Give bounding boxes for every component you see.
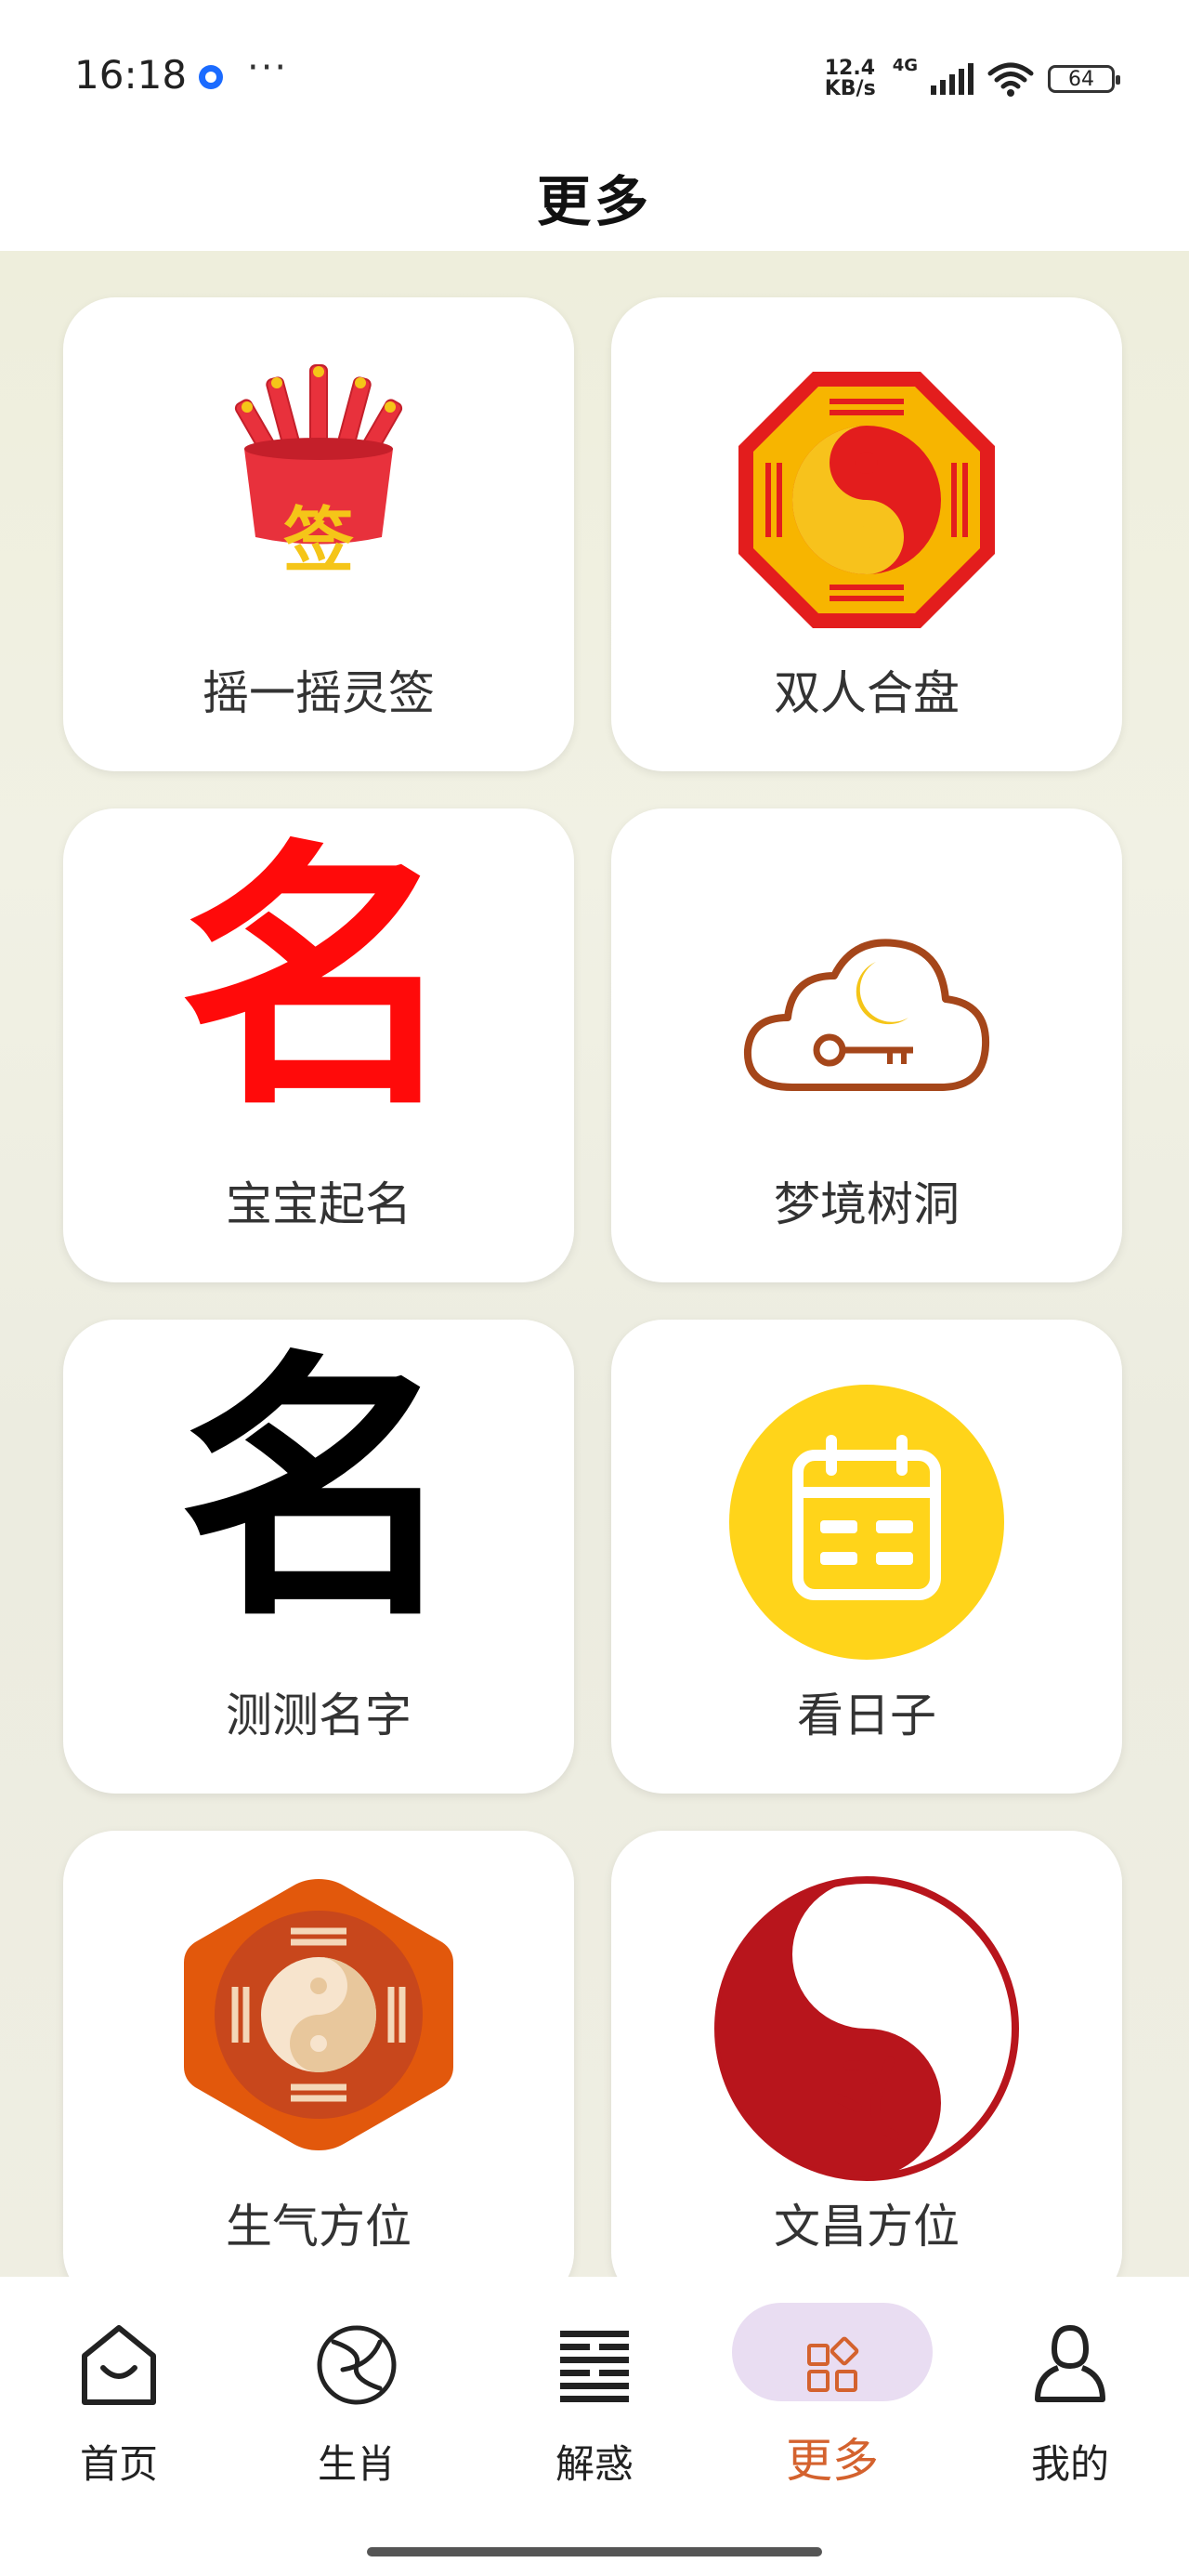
notification-app-icon (199, 65, 223, 89)
home-indicator[interactable] (367, 2547, 822, 2556)
card-pick-date[interactable]: 看日子 (611, 1320, 1122, 1794)
card-name-test[interactable]: 名 测测名字 (63, 1320, 574, 1794)
nav-label: 我的 (1030, 2441, 1109, 2487)
wifi-icon (987, 62, 1034, 97)
nav-item-mine[interactable]: 我的 (977, 2277, 1163, 2509)
status-indicators: 12.4 KB/s 4G 64 (825, 56, 1120, 102)
nav-item-more[interactable]: 更多 (732, 2277, 933, 2509)
nav-item-explain[interactable]: 解惑 (502, 2277, 687, 2509)
feature-grid: 签 摇一摇灵签 双人合盘 名 宝宝起名 梦境树洞 名 测测名字 看日子 生气方位… (0, 251, 1189, 2277)
network-speed: 12.4 KB/s (825, 59, 876, 99)
card-label: 摇一摇灵签 (203, 666, 435, 720)
card-label: 双人合盘 (774, 666, 960, 720)
card-label: 文昌方位 (774, 2200, 960, 2254)
card-vitality-direction[interactable]: 生气方位 (63, 1831, 574, 2277)
fortune-stick-character: 签 (283, 499, 354, 582)
nav-label: 生肖 (317, 2441, 396, 2487)
network-speed-value: 12.4 (824, 57, 876, 80)
nav-item-zodiac[interactable]: 生肖 (264, 2277, 450, 2509)
black-name-character-icon: 名 (179, 1329, 458, 1653)
card-baby-naming[interactable]: 名 宝宝起名 (63, 808, 574, 1282)
person-icon (1035, 2324, 1105, 2402)
card-label: 梦境树洞 (774, 1177, 960, 1231)
card-label: 生气方位 (226, 2200, 412, 2254)
more-notifications-icon: ··· (247, 46, 289, 89)
card-wenchang-direction[interactable]: 文昌方位 (611, 1831, 1122, 2277)
grid-squares-icon (807, 2336, 859, 2392)
network-speed-unit: KB/s (824, 77, 876, 100)
home-bag-icon (82, 2325, 156, 2405)
bottom-nav: 首页 生肖 解惑 更多 我的 (0, 2277, 1189, 2576)
red-yinyang-calligraphy-icon (714, 1876, 1019, 2181)
battery-level: 64 (1068, 67, 1094, 91)
hexagon-bagua-icon (184, 1879, 453, 2150)
card-dream-tree-hole[interactable]: 梦境树洞 (611, 808, 1122, 1282)
nav-label: 首页 (79, 2441, 158, 2487)
card-couple-chart[interactable]: 双人合盘 (611, 297, 1122, 771)
status-time: 16:18 (74, 52, 188, 98)
nav-label: 解惑 (555, 2441, 634, 2487)
network-type: 4G (892, 56, 918, 75)
bagua-yinyang-icon (738, 372, 995, 628)
signal-icon (931, 63, 973, 95)
status-bar: 16:18 ··· 12.4 KB/s 4G 64 (0, 0, 1189, 149)
card-label: 测测名字 (226, 1689, 412, 1742)
hexagram-lines-icon (560, 2331, 629, 2402)
page-title: 更多 (536, 170, 652, 233)
red-name-character-icon: 名 (179, 818, 458, 1142)
nav-item-home[interactable]: 首页 (26, 2277, 212, 2509)
zodiac-swirl-icon (317, 2325, 397, 2405)
card-label: 宝宝起名 (226, 1177, 412, 1231)
card-label: 看日子 (797, 1689, 936, 1742)
battery-icon: 64 (1048, 65, 1120, 93)
nav-label: 更多 (786, 2434, 879, 2488)
calendar-icon (729, 1385, 1004, 1660)
card-fortune-sticks[interactable]: 签 摇一摇灵签 (63, 297, 574, 771)
cloud-moon-key-icon (743, 939, 990, 1091)
